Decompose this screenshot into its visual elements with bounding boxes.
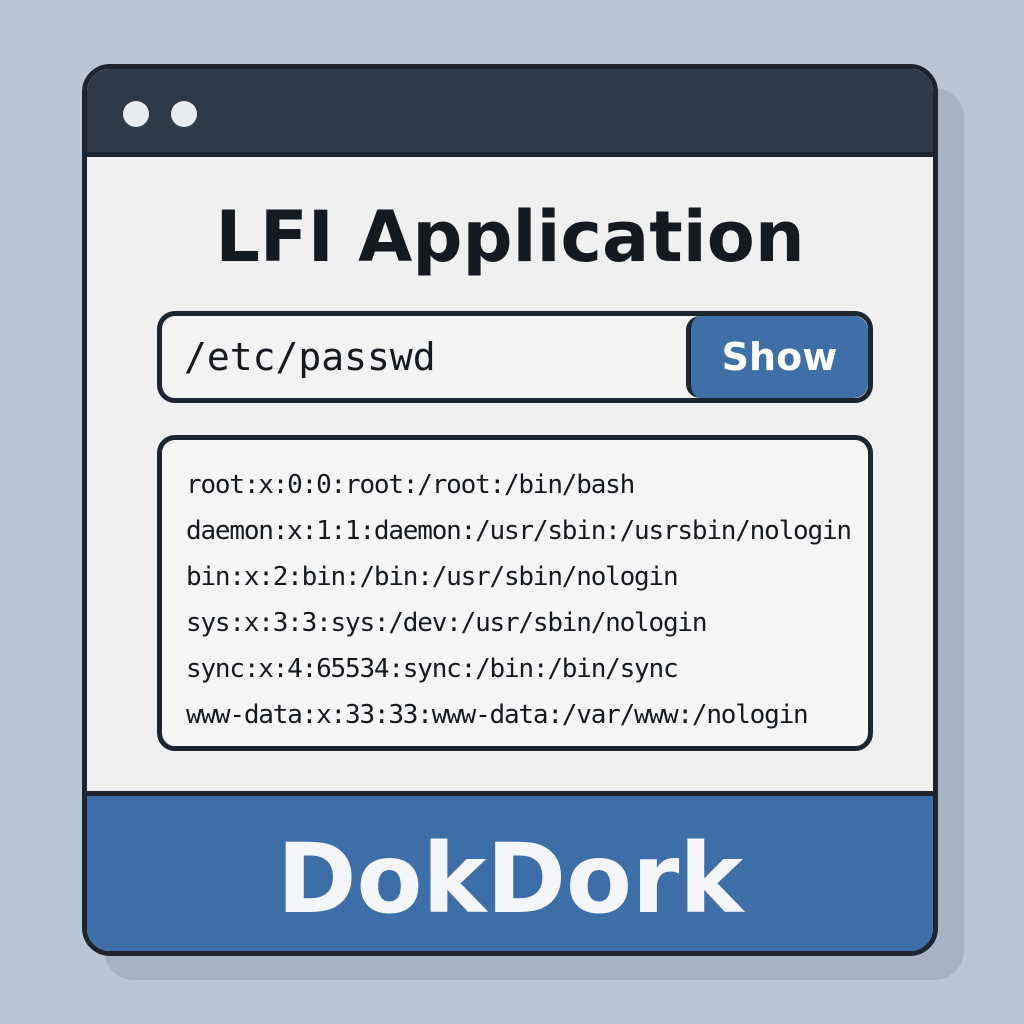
output-line: www-data:x:33:33:www-data:/var/www:/nolo… xyxy=(186,700,809,730)
app-window: LFI Application Show root:x:0:0:root:/ro… xyxy=(82,64,938,956)
file-output-panel: root:x:0:0:root:/root:/bin/bash daemon:x… xyxy=(157,435,873,751)
show-button[interactable]: Show xyxy=(686,316,868,398)
output-line: sync:x:4:65534:sync:/bin:/bin/sync xyxy=(186,654,679,684)
title-bar xyxy=(87,69,933,157)
file-path-form: Show xyxy=(157,311,873,403)
output-line: daemon:x:1:1:daemon:/usr/sbin:/usrsbin/n… xyxy=(186,516,852,546)
brand-name: DokDork xyxy=(276,823,744,935)
window-dot-icon[interactable] xyxy=(123,101,149,127)
window-dot-icon[interactable] xyxy=(171,101,197,127)
output-line: bin:x:2:bin:/bin:/usr/sbin/nologin xyxy=(186,562,679,592)
output-line: root:x:0:0:root:/root:/bin/bash xyxy=(186,470,635,500)
page-title: LFI Application xyxy=(215,196,805,278)
footer-banner: DokDork xyxy=(87,791,933,951)
file-path-input[interactable] xyxy=(162,316,692,398)
output-line: sys:x:3:3:sys:/dev:/usr/sbin/nologin xyxy=(186,608,708,638)
